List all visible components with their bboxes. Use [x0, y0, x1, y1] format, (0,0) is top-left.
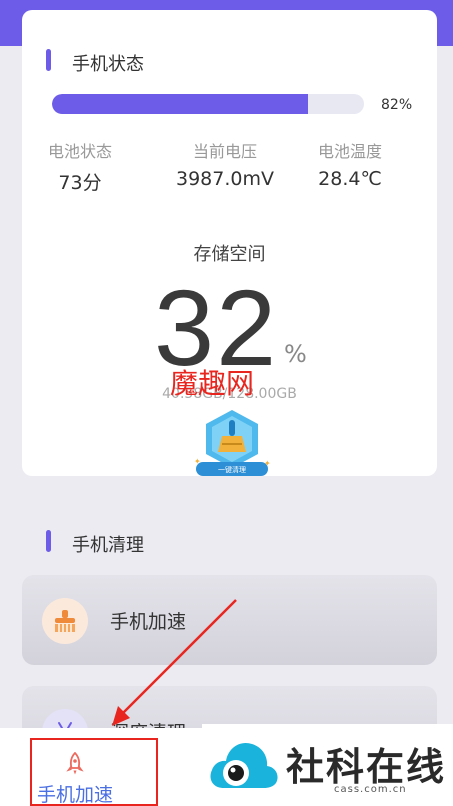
- battery-progress-fill: [52, 94, 308, 114]
- stat-label: 电池状态: [47, 142, 112, 161]
- stat-battery-status: 电池状态 73分: [25, 138, 135, 195]
- logo-title: 社科在线: [286, 745, 447, 789]
- sparkle-icon: ✦: [194, 457, 201, 466]
- stat-temperature: 电池温度 28.4℃: [295, 138, 405, 190]
- stat-voltage: 当前电压 3987.0mV: [170, 138, 280, 190]
- phone-status-title: 手机状态: [72, 54, 144, 75]
- site-logo: 社科在线 cass.com.cn: [202, 724, 453, 806]
- phone-status-card: 手机状态 82% 电池状态 73分 当前电压 3987.0mV 电池温度 28.…: [22, 10, 437, 476]
- section-marker: [46, 530, 51, 552]
- highlight-box: [30, 738, 158, 806]
- stat-value: 28.4℃: [318, 168, 382, 190]
- one-click-clean-button[interactable]: 一键清理 ✦ ✦: [192, 406, 272, 478]
- phone-clean-title: 手机清理: [72, 535, 144, 556]
- one-click-clean-label: 一键清理: [218, 465, 246, 474]
- phone-speed-up-item[interactable]: 手机加速: [22, 575, 437, 665]
- stat-value: 3987.0mV: [176, 168, 274, 190]
- section-marker: [46, 49, 51, 71]
- watermark: 魔趣网: [170, 369, 255, 400]
- storage-percent-sign: %: [284, 340, 307, 368]
- stat-label: 当前电压: [192, 142, 257, 161]
- logo-url: cass.com.cn: [334, 784, 407, 795]
- stat-label: 电池温度: [317, 142, 382, 161]
- battery-progress-text: 82%: [381, 97, 413, 113]
- stat-value: 73分: [58, 172, 102, 194]
- broom-icon: [42, 598, 88, 644]
- phone-speed-up-label: 手机加速: [110, 611, 187, 633]
- battery-progress-bar: [52, 94, 364, 114]
- storage-title: 存储空间: [193, 244, 266, 265]
- sparkle-icon: ✦: [264, 459, 271, 468]
- cloud-logo-icon: [210, 742, 278, 788]
